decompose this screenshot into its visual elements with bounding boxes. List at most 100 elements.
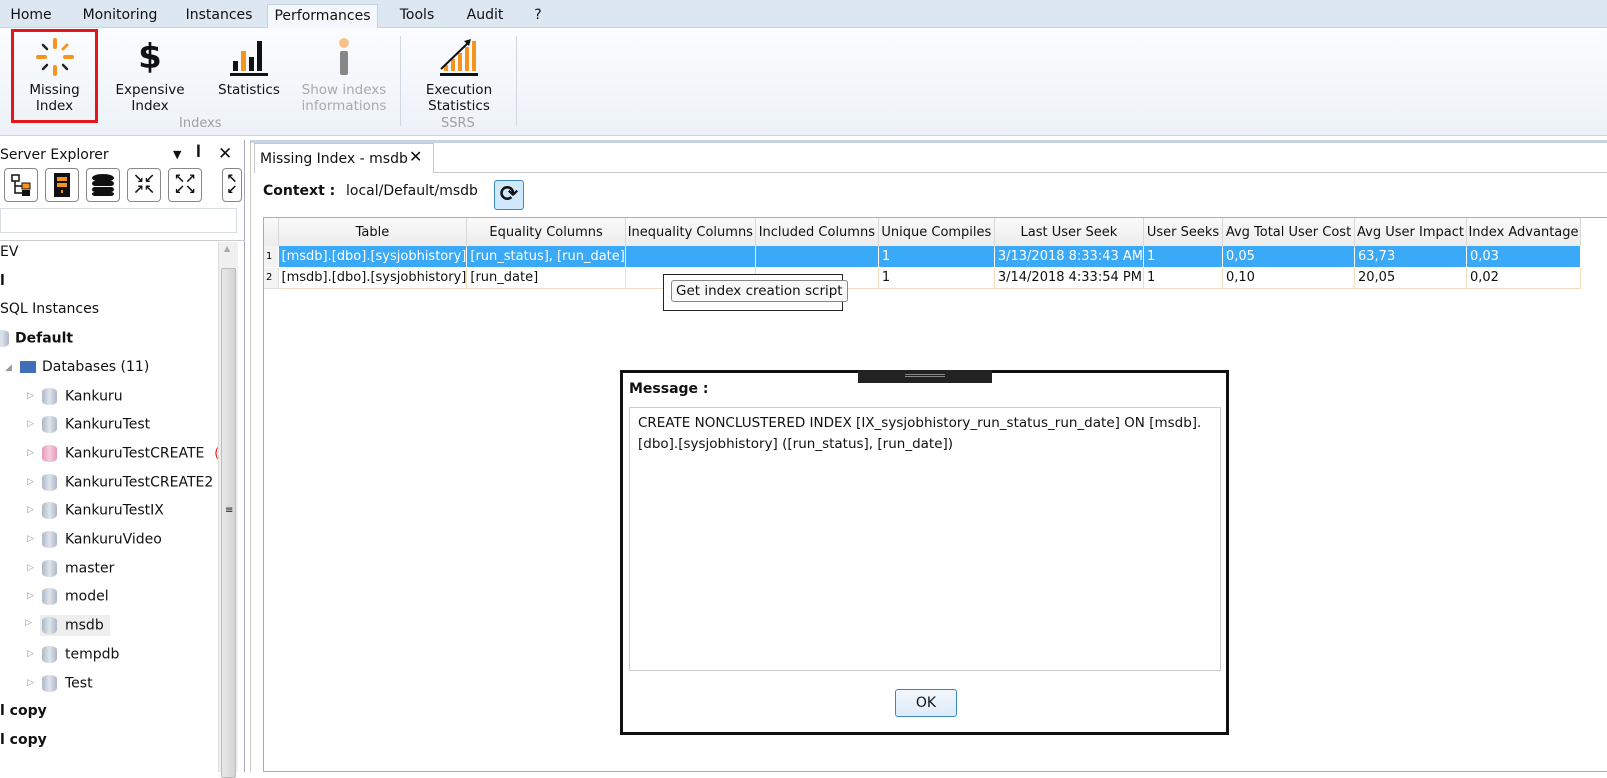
tree-item[interactable]: ▷ KankuruTestIX [27, 502, 164, 520]
scrollbar[interactable]: ▲ ≡ [218, 242, 238, 778]
table-row[interactable]: 1 [msdb].[dbo].[sysjobhistory] [run_status… [264, 246, 1581, 268]
tab-tools[interactable]: Tools [388, 4, 446, 28]
table-cell[interactable]: 3/14/2018 4:33:54 PM [994, 267, 1145, 289]
tree-item[interactable]: ▷ tempdb [27, 645, 119, 663]
column-header[interactable]: Unique Compiles [878, 218, 995, 246]
collapsed-icon[interactable]: ▷ [27, 419, 34, 429]
drag-handle[interactable] [858, 370, 992, 383]
tree-view-button[interactable] [4, 168, 38, 202]
show-indexs-informations-button[interactable]: Show indexs informations [298, 32, 390, 122]
dropdown-icon[interactable]: ▼ [173, 148, 181, 161]
get-index-creation-script-menu-item[interactable]: Get index creation script [671, 280, 848, 302]
table-cell[interactable]: [msdb].[dbo].[sysjobhistory] [278, 246, 468, 268]
tab-audit[interactable]: Audit [456, 4, 514, 28]
expanded-icon[interactable]: ◢ [5, 363, 12, 373]
server-button[interactable] [45, 168, 79, 202]
tab-monitoring[interactable]: Monitoring [70, 4, 170, 28]
database-button[interactable] [86, 168, 120, 202]
tree-item[interactable]: l copy [0, 703, 47, 719]
tree-item[interactable]: l copy [0, 732, 47, 748]
close-icon[interactable]: ✕ [218, 144, 232, 164]
database-icon [42, 674, 57, 692]
collapsed-icon[interactable]: ▷ [25, 618, 32, 628]
tab-performances[interactable]: Performances [267, 4, 378, 29]
collapsed-icon[interactable]: ▷ [27, 477, 34, 487]
tree-item[interactable]: ▷ Kankuru [27, 387, 123, 405]
statistics-button[interactable]: Statistics [212, 32, 286, 122]
collapsed-icon[interactable]: ▷ [27, 534, 34, 544]
pin-icon[interactable]: ꟾ [196, 146, 201, 161]
tree-item[interactable]: ▷ KankuruTest [27, 416, 150, 434]
table-cell[interactable]: 63,73 [1354, 246, 1467, 268]
expand-all-button[interactable]: ↖↗ ↙↘ [168, 168, 202, 202]
tree-item[interactable]: Default [0, 330, 73, 348]
table-cell[interactable]: 1 [878, 246, 995, 268]
table-cell[interactable]: 1 [878, 267, 995, 289]
collapsed-icon[interactable]: ▷ [27, 391, 34, 401]
collapsed-icon[interactable]: ▷ [27, 649, 34, 659]
tree-item[interactable]: ▷ master [27, 559, 114, 577]
column-header[interactable]: Index Advantage [1466, 218, 1581, 246]
table-cell[interactable] [625, 246, 756, 268]
table-cell[interactable]: [run_status], [run_date] [466, 246, 626, 268]
table-cell[interactable]: 0,05 [1222, 246, 1355, 268]
tree-item[interactable]: l [0, 273, 5, 289]
execution-statistics-label-2: Statistics [428, 98, 490, 114]
tree-item[interactable]: ▷ KankuruTestCREATE2 [27, 473, 213, 491]
collapsed-icon[interactable]: ▷ [27, 678, 34, 688]
column-header[interactable]: Avg Total User Cost [1222, 218, 1355, 246]
message-text[interactable]: CREATE NONCLUSTERED INDEX [IX_sysjobhist… [629, 407, 1221, 671]
tree-item[interactable]: EV [0, 244, 18, 260]
missing-index-button[interactable]: Missing Index [11, 29, 98, 123]
table-cell[interactable] [755, 246, 879, 268]
collapsed-icon[interactable]: ▷ [27, 563, 34, 573]
tree-item[interactable]: ◢ Databases (11) [5, 359, 149, 375]
table-cell[interactable]: 3/13/2018 8:33:43 AM [994, 246, 1145, 268]
table-cell[interactable]: 0,02 [1466, 267, 1581, 289]
tree-item[interactable]: ▷KankuruTestCREATE(C [27, 444, 227, 462]
column-header[interactable]: Avg User Impact [1354, 218, 1467, 246]
tab-help[interactable]: ? [525, 4, 551, 28]
database-icon [42, 473, 57, 491]
column-header[interactable]: Equality Columns [466, 218, 626, 246]
table-row[interactable]: 2 [msdb].[dbo].[sysjobhistory] [run_date] 1… [264, 267, 1581, 289]
collapse-all-button[interactable]: ↘↙ ↗↖ [127, 168, 161, 202]
tree-item[interactable]: ▷ msdb [25, 615, 110, 637]
tree-item[interactable]: ▷ model [27, 588, 109, 606]
table-cell[interactable]: 1 [1143, 267, 1223, 289]
search-input[interactable] [0, 208, 237, 233]
column-header[interactable]: Table [278, 218, 468, 246]
table-cell[interactable]: 0,10 [1222, 267, 1355, 289]
panel-title: Server Explorer [0, 147, 109, 163]
expensive-index-button[interactable]: $ Expensive Index [110, 32, 190, 122]
scrollbar-thumb[interactable]: ≡ [221, 268, 236, 778]
more-button[interactable]: ↖ ↙ [222, 168, 242, 202]
scroll-up-icon[interactable]: ▲ [224, 244, 230, 253]
collapsed-icon[interactable]: ▷ [27, 591, 34, 601]
tree-item[interactable]: SQL Instances [0, 301, 99, 317]
execution-statistics-button[interactable]: Execution Statistics [418, 32, 500, 122]
document-tab[interactable]: Missing Index - msdb ✕ [254, 143, 434, 173]
table-cell[interactable]: [run_date] [466, 267, 626, 289]
table-cell[interactable]: 1 [1143, 246, 1223, 268]
column-header[interactable]: Included Columns [755, 218, 879, 246]
collapsed-icon[interactable]: ▷ [27, 505, 34, 515]
tab-instances[interactable]: Instances [178, 4, 260, 28]
column-header[interactable]: Inequality Columns [625, 218, 756, 246]
table-cell[interactable]: 0,03 [1466, 246, 1581, 268]
ribbon-separator [516, 36, 517, 126]
tree-item[interactable]: ▷ KankuruVideo [27, 531, 162, 548]
collapsed-icon[interactable]: ▷ [27, 448, 34, 458]
column-header[interactable]: Last User Seek [994, 218, 1145, 246]
table-cell[interactable]: [msdb].[dbo].[sysjobhistory] [278, 267, 468, 289]
tab-home[interactable]: Home [0, 4, 62, 28]
row-number[interactable]: 1 [264, 246, 279, 268]
divider [251, 140, 1607, 143]
close-tab-icon[interactable]: ✕ [409, 147, 422, 166]
tree-item[interactable]: ▷ Test [27, 674, 93, 692]
column-header[interactable]: User Seeks [1143, 218, 1223, 246]
row-number[interactable]: 2 [264, 267, 279, 289]
refresh-button[interactable]: ⟳ [494, 180, 524, 210]
ok-button[interactable]: OK [895, 689, 957, 717]
table-cell[interactable]: 20,05 [1354, 267, 1467, 289]
